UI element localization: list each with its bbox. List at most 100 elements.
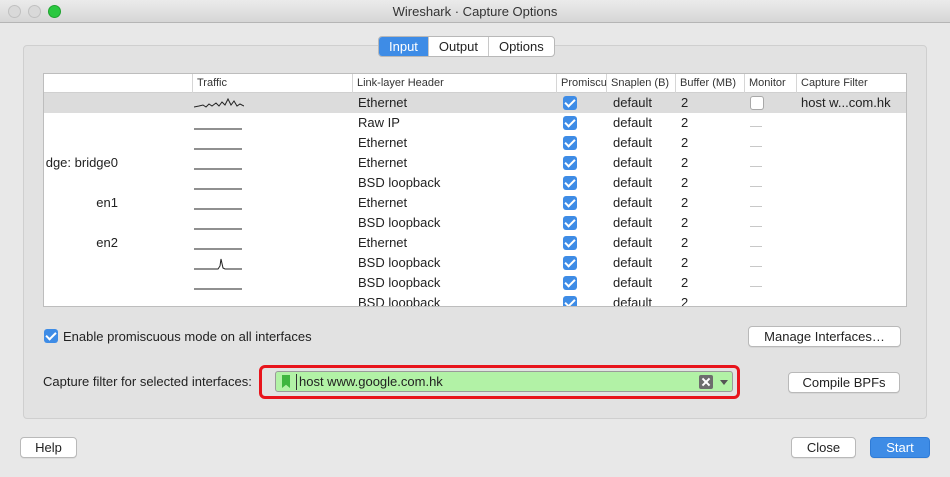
buffer-value[interactable]: 2: [681, 173, 721, 193]
table-row[interactable]: BSD loopback default 2: [44, 293, 906, 306]
capture-filter-cell[interactable]: [801, 113, 906, 133]
snaplen-value[interactable]: default: [613, 133, 673, 153]
snaplen-value[interactable]: default: [613, 93, 673, 113]
buffer-value[interactable]: 2: [681, 93, 721, 113]
start-button[interactable]: Start: [870, 437, 930, 458]
buffer-value[interactable]: 2: [681, 273, 721, 293]
table-row[interactable]: BSD loopback default 2: [44, 213, 906, 233]
capture-filter-cell[interactable]: [801, 193, 906, 213]
compile-bpfs-button[interactable]: Compile BPFs: [788, 372, 900, 393]
buffer-value[interactable]: 2: [681, 253, 721, 273]
traffic-sparkline: [194, 213, 246, 233]
snaplen-value[interactable]: default: [613, 253, 673, 273]
traffic-sparkline: [194, 173, 246, 193]
buffer-value[interactable]: 2: [681, 153, 721, 173]
table-row[interactable]: BSD loopback default 2: [44, 273, 906, 293]
capture-filter-cell[interactable]: [801, 273, 906, 293]
promiscuous-checkbox[interactable]: [563, 293, 577, 306]
buffer-value[interactable]: 2: [681, 193, 721, 213]
help-button[interactable]: Help: [20, 437, 77, 458]
promiscuous-all-checkbox[interactable]: [44, 329, 58, 343]
link-layer-header[interactable]: BSD loopback: [358, 173, 558, 193]
monitor-checkbox[interactable]: [750, 96, 764, 110]
capture-filter-cell[interactable]: [801, 173, 906, 193]
table-row[interactable]: BSD loopback default 2: [44, 253, 906, 273]
link-layer-header[interactable]: Raw IP: [358, 113, 558, 133]
promiscuous-checkbox[interactable]: [563, 213, 577, 233]
interface-name: dge: bridge0: [45, 155, 118, 170]
promiscuous-checkbox[interactable]: [563, 193, 577, 213]
clear-icon[interactable]: [699, 375, 713, 389]
snaplen-value[interactable]: default: [613, 193, 673, 213]
link-layer-header[interactable]: BSD loopback: [358, 253, 558, 273]
header-monitor[interactable]: Monitor: [744, 74, 796, 93]
snaplen-value[interactable]: default: [613, 293, 673, 306]
promiscuous-checkbox[interactable]: [563, 273, 577, 293]
interface-name: [44, 213, 192, 233]
promiscuous-checkbox[interactable]: [563, 113, 577, 133]
capture-filter-cell[interactable]: [801, 133, 906, 153]
manage-interfaces-button[interactable]: Manage Interfaces…: [748, 326, 901, 347]
tab-bar: Input Output Options: [378, 36, 555, 57]
snaplen-value[interactable]: default: [613, 233, 673, 253]
header-buffer[interactable]: Buffer (MB): [675, 74, 744, 93]
header-promiscuous[interactable]: Promiscuous: [556, 74, 606, 93]
promiscuous-checkbox[interactable]: [563, 153, 577, 173]
table-row[interactable]: dge: bridge0 Ethernet default 2: [44, 153, 906, 173]
capture-filter-cell[interactable]: [801, 253, 906, 273]
capture-filter-input[interactable]: host www.google.com.hk: [275, 371, 733, 392]
promiscuous-checkbox[interactable]: [563, 233, 577, 253]
capture-filter-cell[interactable]: [801, 233, 906, 253]
tab-options[interactable]: Options: [489, 37, 554, 56]
header-capture-filter[interactable]: Capture Filter: [796, 74, 906, 93]
snaplen-value[interactable]: default: [613, 173, 673, 193]
promiscuous-checkbox[interactable]: [563, 173, 577, 193]
promiscuous-checkbox[interactable]: [563, 253, 577, 273]
buffer-value[interactable]: 2: [681, 233, 721, 253]
buffer-value[interactable]: 2: [681, 133, 721, 153]
snaplen-value[interactable]: default: [613, 213, 673, 233]
monitor-cell: [750, 93, 766, 113]
link-layer-header[interactable]: Ethernet: [358, 153, 558, 173]
capture-filter-value[interactable]: host www.google.com.hk: [296, 374, 443, 390]
promiscuous-all-option[interactable]: Enable promiscuous mode on all interface…: [44, 328, 312, 344]
link-layer-header[interactable]: BSD loopback: [358, 213, 558, 233]
capture-filter-cell[interactable]: [801, 213, 906, 233]
monitor-cell: [750, 293, 766, 306]
bookmark-icon[interactable]: [282, 375, 290, 388]
table-row[interactable]: en1 Ethernet default 2: [44, 193, 906, 213]
table-row[interactable]: Raw IP default 2: [44, 113, 906, 133]
link-layer-header[interactable]: Ethernet: [358, 93, 558, 113]
capture-filter-cell[interactable]: host w...com.hk: [801, 93, 906, 113]
monitor-cell: [750, 193, 766, 213]
buffer-value[interactable]: 2: [681, 113, 721, 133]
link-layer-header[interactable]: BSD loopback: [358, 273, 558, 293]
link-layer-header[interactable]: Ethernet: [358, 133, 558, 153]
tab-input[interactable]: Input: [379, 37, 429, 56]
capture-filter-cell[interactable]: [801, 153, 906, 173]
traffic-sparkline: [194, 113, 246, 133]
table-row[interactable]: BSD loopback default 2: [44, 173, 906, 193]
promiscuous-checkbox[interactable]: [563, 133, 577, 153]
table-row[interactable]: en2 Ethernet default 2: [44, 233, 906, 253]
link-layer-header[interactable]: Ethernet: [358, 193, 558, 213]
header-snaplen[interactable]: Snaplen (B): [606, 74, 675, 93]
snaplen-value[interactable]: default: [613, 153, 673, 173]
capture-filter-cell[interactable]: [801, 293, 906, 306]
snaplen-value[interactable]: default: [613, 113, 673, 133]
header-link-layer[interactable]: Link-layer Header: [352, 74, 556, 93]
traffic-sparkline: [194, 193, 246, 213]
snaplen-value[interactable]: default: [613, 273, 673, 293]
chevron-down-icon[interactable]: [720, 380, 728, 385]
link-layer-header[interactable]: Ethernet: [358, 233, 558, 253]
close-button[interactable]: Close: [791, 437, 856, 458]
link-layer-header[interactable]: BSD loopback: [358, 293, 558, 306]
table-row[interactable]: Ethernet default 2 host w...com.hk: [44, 93, 906, 113]
window-title: Wireshark · Capture Options: [392, 4, 558, 19]
buffer-value[interactable]: 2: [681, 293, 721, 306]
buffer-value[interactable]: 2: [681, 213, 721, 233]
tab-output[interactable]: Output: [429, 37, 489, 56]
table-row[interactable]: Ethernet default 2: [44, 133, 906, 153]
header-traffic[interactable]: Traffic: [192, 74, 352, 93]
promiscuous-checkbox[interactable]: [563, 93, 577, 113]
